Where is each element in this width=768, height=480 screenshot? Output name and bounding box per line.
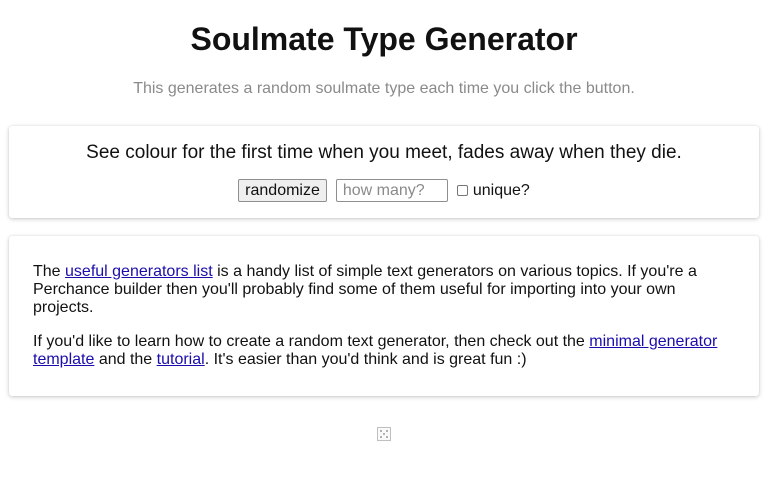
info-text: and the — [94, 351, 157, 368]
unique-toggle[interactable]: unique? — [456, 181, 530, 200]
dice-icon[interactable] — [377, 427, 391, 441]
page-title: Soulmate Type Generator — [190, 21, 578, 57]
unique-checkbox[interactable] — [456, 185, 468, 196]
info-card: The useful generators list is a handy li… — [9, 236, 759, 396]
info-paragraph-generators: The useful generators list is a handy li… — [33, 263, 723, 317]
randomize-button[interactable]: randomize — [238, 179, 327, 202]
info-text: The — [33, 263, 66, 280]
useful-generators-link[interactable]: useful generators list — [65, 263, 213, 280]
info-text: If you'd like to learn how to create a r… — [33, 333, 590, 350]
generator-card: See colour for the first time when you m… — [9, 126, 759, 218]
info-text: . It's easier than you'd think and is gr… — [204, 351, 527, 368]
generator-controls: randomize unique? — [9, 179, 759, 202]
generator-output: See colour for the first time when you m… — [86, 142, 682, 163]
page-subtitle: This generates a random soulmate type ea… — [133, 80, 635, 97]
page: Soulmate Type Generator This generates a… — [0, 0, 768, 480]
unique-label: unique? — [472, 181, 530, 199]
info-paragraph-tutorial: If you'd like to learn how to create a r… — [33, 333, 723, 369]
how-many-input[interactable] — [335, 179, 448, 202]
tutorial-link[interactable]: tutorial — [157, 351, 205, 368]
